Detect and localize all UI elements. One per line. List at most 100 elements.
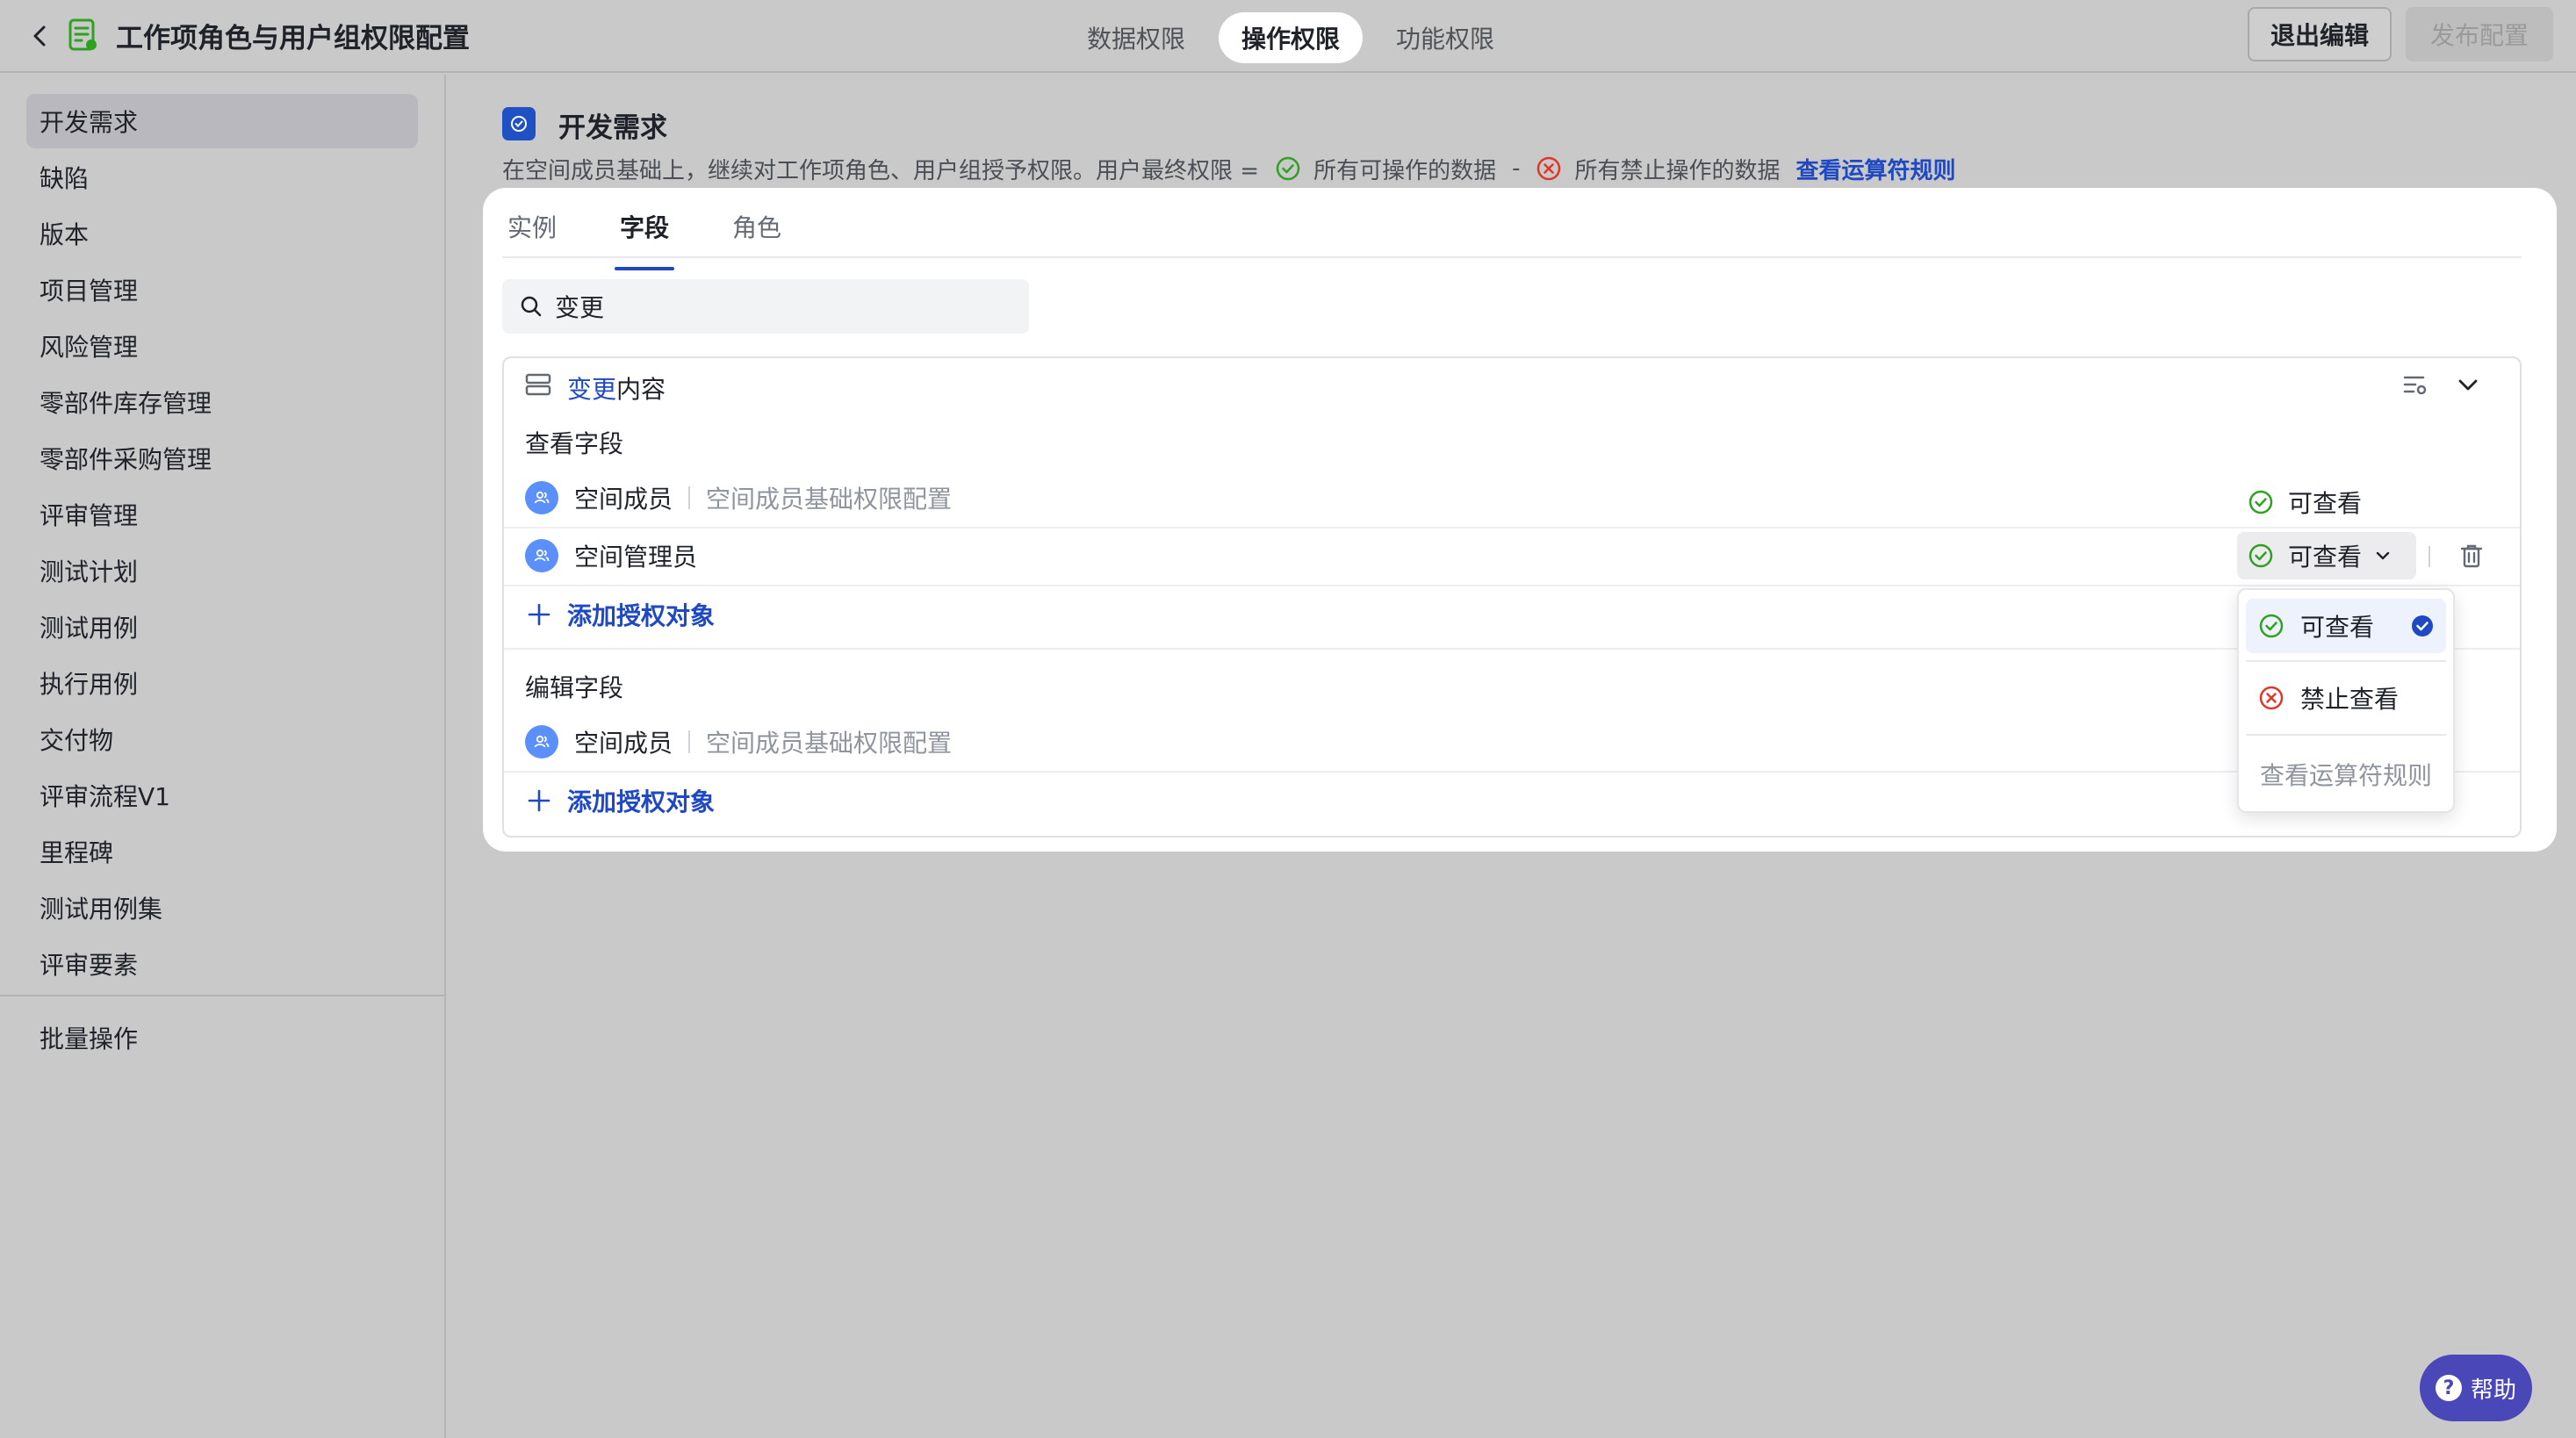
- check-circle-icon: [2258, 613, 2285, 639]
- section-divider: [504, 648, 2520, 650]
- search-icon: [521, 296, 542, 317]
- permission-description: 在空间成员基础上，继续对工作项角色、用户组授予权限。用户最终权限 = 所有可操作…: [502, 153, 1956, 184]
- delete-icon[interactable]: [2457, 541, 2486, 574]
- description-text: 在空间成员基础上，继续对工作项角色、用户组授予权限。用户最终权限 =: [502, 157, 1260, 184]
- content-title: 开发需求: [558, 112, 667, 144]
- permission-status: 可查看: [2248, 485, 2362, 520]
- list-settings-icon[interactable]: [2402, 372, 2428, 400]
- sidebar-item-version[interactable]: 版本: [26, 206, 418, 261]
- exit-edit-button[interactable]: 退出编辑: [2248, 7, 2392, 61]
- row-divider: [504, 771, 2520, 773]
- chevron-down-icon[interactable]: [2455, 372, 2481, 400]
- top-bar: 工作项角色与用户组权限配置 数据权限 操作权限 功能权限 退出编辑 发布配置: [0, 0, 2576, 73]
- option-can-view[interactable]: 可查看: [2246, 599, 2446, 653]
- title-rest: 内容: [616, 375, 666, 404]
- user-group-avatar: [525, 539, 558, 572]
- sidebar-item-review-management[interactable]: 评审管理: [26, 487, 418, 542]
- sidebar-item-dev-requirement[interactable]: 开发需求: [26, 94, 418, 148]
- users-icon: [534, 549, 550, 562]
- dropdown-divider: [2246, 660, 2446, 662]
- sidebar-item-parts-inventory[interactable]: 零部件库存管理: [26, 375, 418, 429]
- permission-select[interactable]: 可查看: [2237, 532, 2416, 579]
- sidebar-item-project-management[interactable]: 项目管理: [26, 262, 418, 317]
- action-separator: [2428, 546, 2430, 567]
- sidebar-item-parts-purchase[interactable]: 零部件采购管理: [26, 431, 418, 485]
- row-separator: [688, 486, 691, 509]
- sidebar-item-deliverable[interactable]: 交付物: [26, 712, 418, 766]
- forbidden-data-text: 所有禁止操作的数据: [1574, 157, 1781, 184]
- permission-row: 空间成员 空间成员基础权限配置: [525, 471, 2509, 525]
- row-description: 空间成员基础权限配置: [706, 729, 953, 758]
- operator-rules-link[interactable]: 查看运算符规则: [2260, 757, 2432, 792]
- document-icon: [67, 18, 100, 53]
- help-button[interactable]: ? 帮助: [2420, 1355, 2532, 1421]
- allowed-data-text: 所有可操作的数据: [1313, 157, 1497, 184]
- sidebar-item-test-plan[interactable]: 测试计划: [26, 543, 418, 598]
- sidebar-item-risk-management[interactable]: 风险管理: [26, 319, 418, 373]
- add-authorized-object-button[interactable]: 添加授权对象: [527, 783, 715, 818]
- selected-check-icon: [2411, 615, 2434, 644]
- close-circle-icon: [2258, 685, 2285, 711]
- tab-instance[interactable]: 实例: [502, 205, 562, 256]
- sidebar-item-defect[interactable]: 缺陷: [26, 150, 418, 205]
- minus-operator: -: [1512, 155, 1521, 182]
- chevron-left-icon: [33, 25, 46, 47]
- tab-field[interactable]: 字段: [615, 205, 675, 270]
- permission-dropdown: 可查看 禁止查看 查看运算符规则: [2237, 588, 2455, 813]
- tab-role[interactable]: 角色: [727, 205, 787, 256]
- tab-operation-permission[interactable]: 操作权限: [1219, 12, 1364, 63]
- sidebar-item-execute-case[interactable]: 执行用例: [26, 656, 418, 710]
- permission-select-value: 可查看: [2288, 543, 2363, 572]
- check-circle-icon: [1275, 155, 1301, 182]
- users-icon: [534, 735, 550, 748]
- dropdown-divider: [2246, 734, 2446, 736]
- row-name: 空间管理员: [574, 543, 698, 572]
- sidebar-item-batch-operation[interactable]: 批量操作: [26, 1010, 418, 1065]
- option-label: 可查看: [2300, 613, 2375, 642]
- page-title: 工作项角色与用户组权限配置: [116, 23, 470, 54]
- inner-tabs: 实例 字段 角色: [502, 205, 839, 270]
- row-description: 空间成员基础权限配置: [706, 485, 953, 514]
- top-tabs: 数据权限 操作权限 功能权限: [1064, 12, 1528, 63]
- add-label: 添加授权对象: [567, 601, 716, 630]
- help-icon: ?: [2435, 1375, 2462, 1401]
- close-circle-icon: [1536, 155, 1562, 182]
- row-divider: [504, 585, 2520, 586]
- option-forbid-view[interactable]: 禁止查看: [2246, 671, 2446, 725]
- tab-function-permission[interactable]: 功能权限: [1373, 12, 1517, 63]
- row-separator: [688, 730, 691, 753]
- view-fields-section-title: 查看字段: [525, 429, 624, 458]
- search-box: [502, 279, 1029, 334]
- sidebar-item-test-case[interactable]: 测试用例: [26, 600, 418, 654]
- permission-label: 可查看: [2288, 489, 2363, 518]
- check-circle-icon: [2248, 489, 2274, 515]
- sidebar: 开发需求 缺陷 版本 项目管理 风险管理 零部件库存管理 零部件采购管理 评审管…: [0, 75, 446, 1438]
- add-authorized-object-button[interactable]: 添加授权对象: [527, 597, 715, 632]
- operator-rules-link[interactable]: 查看运算符规则: [1795, 153, 1955, 185]
- sidebar-item-review-flow[interactable]: 评审流程V1: [26, 768, 418, 823]
- search-input[interactable]: [555, 291, 994, 321]
- title-highlight: 变更: [567, 375, 617, 404]
- chevron-down-icon: [2374, 547, 2392, 564]
- field-card-title: 变更内容: [567, 370, 666, 406]
- permission-row: 空间管理员: [525, 528, 2509, 583]
- requirement-icon: [502, 107, 536, 140]
- help-label: 帮助: [2470, 1377, 2516, 1404]
- user-group-avatar: [525, 725, 558, 759]
- check-circle-icon: [2248, 543, 2274, 569]
- user-group-avatar: [525, 481, 558, 514]
- row-name: 空间成员: [574, 485, 673, 514]
- field-group-icon: [525, 372, 551, 400]
- tab-data-permission[interactable]: 数据权限: [1064, 12, 1208, 63]
- tabs-divider: [502, 256, 2522, 258]
- back-button[interactable]: [26, 19, 53, 53]
- sidebar-item-test-case-set[interactable]: 测试用例集: [26, 881, 418, 935]
- sidebar-item-review-element[interactable]: 评审要素: [26, 937, 418, 991]
- publish-config-button[interactable]: 发布配置: [2406, 7, 2553, 61]
- option-label: 禁止查看: [2300, 685, 2400, 714]
- add-label: 添加授权对象: [567, 787, 716, 816]
- permission-row: 空间成员 空间成员基础权限配置: [525, 715, 2509, 769]
- plus-icon: [527, 602, 551, 627]
- sidebar-item-milestone[interactable]: 里程碑: [26, 824, 418, 879]
- sidebar-divider: [0, 995, 444, 996]
